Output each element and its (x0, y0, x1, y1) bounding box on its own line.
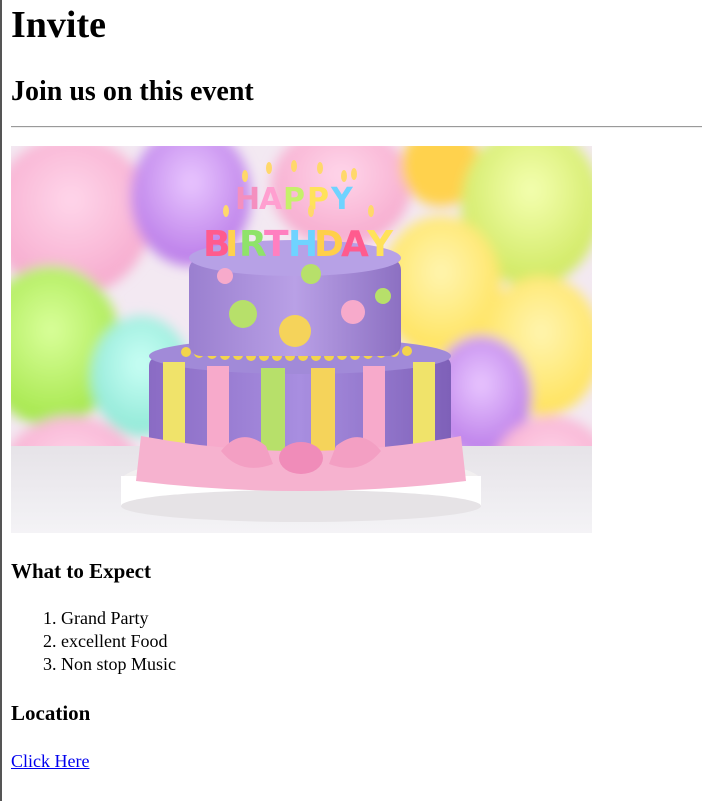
expect-heading: What to Expect (11, 559, 151, 583)
page-subtitle: Join us on this event (11, 76, 254, 107)
svg-text:H: H (235, 182, 260, 217)
svg-text:Y: Y (330, 182, 354, 217)
svg-text:T: T (264, 224, 289, 265)
svg-text:Y: Y (366, 224, 394, 265)
expect-list: Grand Party excellent Food Non stop Musi… (11, 607, 176, 676)
svg-text:A: A (341, 224, 369, 265)
location-heading: Location (11, 701, 91, 725)
divider (11, 126, 702, 128)
svg-text:A: A (259, 182, 283, 217)
list-item: excellent Food (61, 630, 176, 653)
birthday-cake-image: H A P P Y B I R T H D A Y (11, 146, 592, 533)
svg-text:D: D (314, 224, 344, 265)
window-left-border (0, 0, 2, 801)
svg-text:R: R (239, 224, 267, 265)
page-title: Invite (11, 4, 106, 46)
list-item: Grand Party (61, 607, 176, 630)
list-item: Non stop Music (61, 653, 176, 676)
location-link[interactable]: Click Here (11, 749, 89, 773)
svg-text:I: I (225, 224, 238, 265)
svg-text:P: P (283, 182, 305, 217)
